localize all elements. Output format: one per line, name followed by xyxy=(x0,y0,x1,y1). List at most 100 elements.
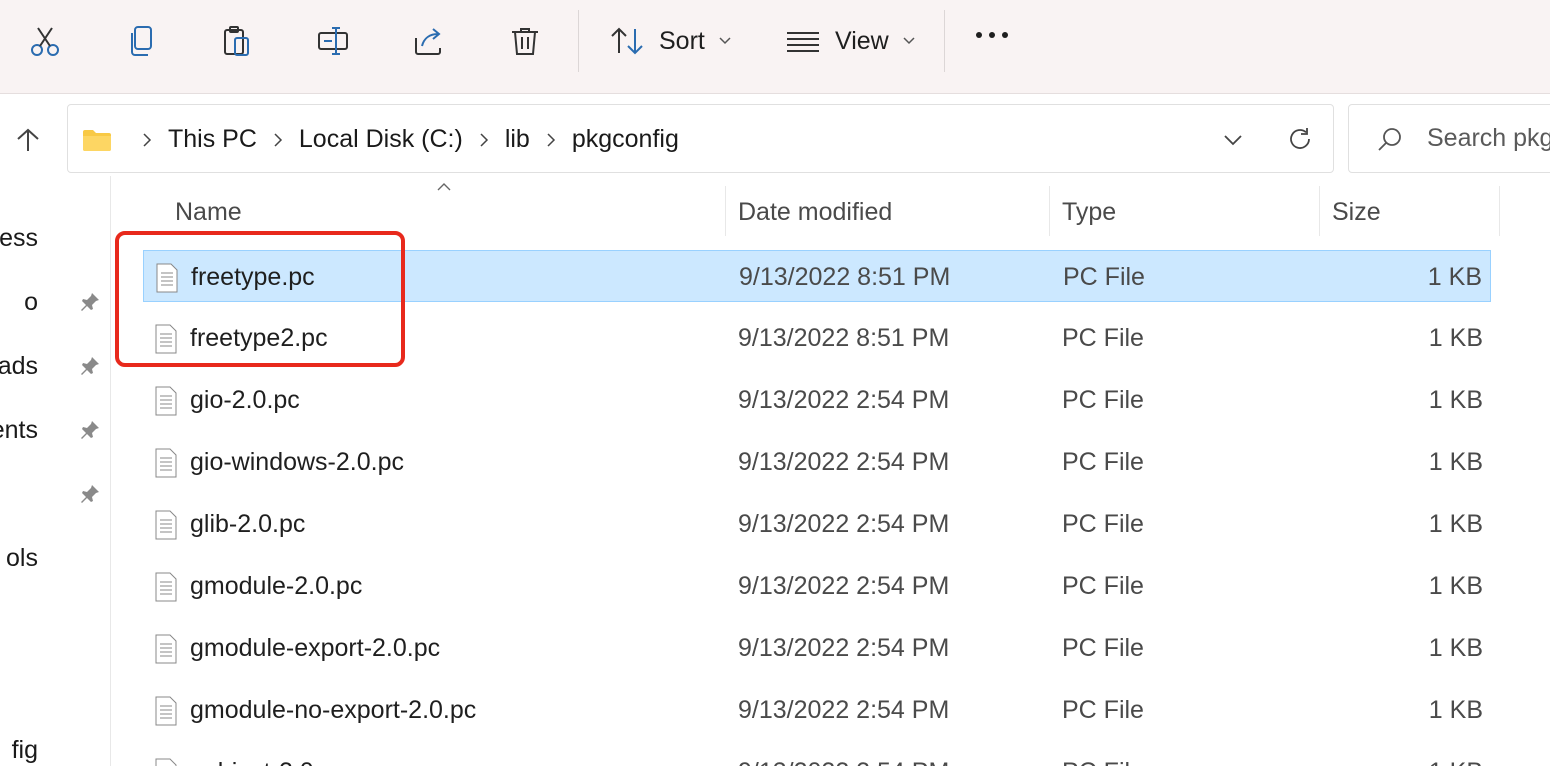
share-icon xyxy=(415,28,441,55)
cut-icon xyxy=(31,27,59,56)
file-type: PC File xyxy=(1063,263,1145,291)
file-date: 9/13/2022 2:54 PM xyxy=(738,448,950,476)
file-row[interactable]: gmodule-2.0.pc 9/13/2022 2:54 PM PC File… xyxy=(143,560,1491,612)
file-date: 9/13/2022 2:54 PM xyxy=(738,386,950,414)
more-icon xyxy=(976,32,982,38)
column-header-size[interactable]: Size xyxy=(1332,186,1381,238)
breadcrumb-local-disk[interactable]: Local Disk (C:) xyxy=(299,125,463,154)
annotation-highlight-box xyxy=(115,231,405,367)
rename-icon xyxy=(318,27,348,55)
file-icon xyxy=(155,386,177,416)
command-bar: Sort View xyxy=(0,0,1550,94)
up-button[interactable] xyxy=(8,120,48,160)
file-size: 1 KB xyxy=(1428,572,1483,600)
rename-button[interactable] xyxy=(309,18,357,64)
copy-icon xyxy=(131,26,152,56)
file-date: 9/13/2022 2:54 PM xyxy=(738,634,950,662)
file-size: 1 KB xyxy=(1429,758,1483,766)
column-header-date[interactable]: Date modified xyxy=(738,186,892,238)
file-row[interactable]: gio-windows-2.0.pc 9/13/2022 2:54 PM PC … xyxy=(143,436,1491,488)
delete-button[interactable] xyxy=(501,18,549,64)
more-icon-dot xyxy=(1002,32,1008,38)
sort-dropdown[interactable]: Sort xyxy=(609,20,731,62)
refresh-icon[interactable] xyxy=(1286,125,1314,153)
file-size: 1 KB xyxy=(1428,510,1483,538)
file-name: gobject-2.0.pc xyxy=(190,758,347,766)
toolbar-divider xyxy=(578,10,579,72)
file-icon xyxy=(155,758,177,766)
cut-button[interactable] xyxy=(21,18,69,64)
navigation-pane: ess o ads ents ols fig xyxy=(0,176,111,766)
copy-button[interactable] xyxy=(117,18,165,64)
sort-icon xyxy=(611,27,643,55)
breadcrumb-this-pc[interactable]: This PC xyxy=(168,125,257,154)
file-type: PC File xyxy=(1062,386,1144,414)
file-type: PC File xyxy=(1062,510,1144,538)
file-date: 9/13/2022 8:51 PM xyxy=(739,263,951,291)
file-row[interactable]: gmodule-no-export-2.0.pc 9/13/2022 2:54 … xyxy=(143,684,1491,736)
chevron-right-icon xyxy=(143,132,152,147)
file-date: 9/13/2022 2:54 PM xyxy=(738,572,950,600)
column-divider[interactable] xyxy=(1499,186,1500,236)
file-icon xyxy=(155,696,177,726)
more-icon-dot xyxy=(989,32,995,38)
file-date: 9/13/2022 2:54 PM xyxy=(738,758,949,766)
file-type: PC File xyxy=(1062,634,1144,662)
paste-icon xyxy=(224,26,249,56)
file-date: 9/13/2022 8:51 PM xyxy=(738,324,950,352)
pin-icon xyxy=(81,293,99,311)
file-type: PC File xyxy=(1062,448,1144,476)
chevron-down-icon xyxy=(719,37,731,45)
file-row[interactable]: gobject-2.0.pc 9/13/2022 2:54 PM PC File… xyxy=(143,746,1491,766)
pin-icon xyxy=(81,421,99,439)
file-size: 1 KB xyxy=(1428,696,1483,724)
address-bar[interactable]: This PC Local Disk (C:) lib pkgconfig xyxy=(67,104,1334,173)
breadcrumb-lib[interactable]: lib xyxy=(505,125,530,154)
chevron-right-icon xyxy=(547,132,555,147)
column-divider[interactable] xyxy=(725,186,726,236)
file-row[interactable]: glib-2.0.pc 9/13/2022 2:54 PM PC File 1 … xyxy=(143,498,1491,550)
file-size: 1 KB xyxy=(1428,324,1483,352)
file-type: PC File xyxy=(1062,324,1144,352)
nav-item-label: ents xyxy=(0,416,38,444)
breadcrumb-pkgconfig[interactable]: pkgconfig xyxy=(572,125,679,154)
column-divider[interactable] xyxy=(1049,186,1050,236)
file-icon xyxy=(155,634,177,664)
column-divider[interactable] xyxy=(1319,186,1320,236)
file-size: 1 KB xyxy=(1428,634,1483,662)
view-dropdown[interactable]: View xyxy=(785,20,915,62)
file-type: PC File xyxy=(1062,758,1144,766)
nav-item-label: ess xyxy=(0,224,38,252)
column-header-type[interactable]: Type xyxy=(1062,186,1116,238)
breadcrumb: This PC Local Disk (C:) lib pkgconfig xyxy=(82,105,679,174)
chevron-right-icon xyxy=(274,132,282,147)
file-type: PC File xyxy=(1062,696,1144,724)
toolbar-divider xyxy=(944,10,945,72)
delete-icon xyxy=(512,28,538,55)
address-history-button[interactable] xyxy=(1222,129,1244,151)
more-options-button[interactable] xyxy=(976,32,1008,38)
search-input[interactable] xyxy=(1427,124,1550,153)
search-box[interactable] xyxy=(1348,104,1550,173)
chevron-down-icon xyxy=(903,37,915,45)
view-icon xyxy=(787,32,819,52)
file-icon xyxy=(155,510,177,540)
nav-item-label: ols xyxy=(6,544,38,572)
file-size: 1 KB xyxy=(1428,448,1483,476)
sort-ascending-icon xyxy=(437,183,451,191)
paste-button[interactable] xyxy=(213,18,261,64)
nav-item-label: o xyxy=(24,288,38,316)
file-row[interactable]: gio-2.0.pc 9/13/2022 2:54 PM PC File 1 K… xyxy=(143,374,1491,426)
arrow-up-icon xyxy=(17,128,39,151)
file-icon xyxy=(155,572,177,602)
file-icon xyxy=(155,448,177,478)
share-button[interactable] xyxy=(405,18,453,64)
file-name: gio-2.0.pc xyxy=(190,386,300,414)
file-name: glib-2.0.pc xyxy=(190,510,306,538)
file-size: 1 KB xyxy=(1428,386,1483,414)
file-name: gmodule-no-export-2.0.pc xyxy=(190,696,477,724)
search-icon xyxy=(1378,127,1401,151)
pin-icon xyxy=(81,357,99,375)
pin-icon xyxy=(81,485,99,503)
file-row[interactable]: gmodule-export-2.0.pc 9/13/2022 2:54 PM … xyxy=(143,622,1491,674)
